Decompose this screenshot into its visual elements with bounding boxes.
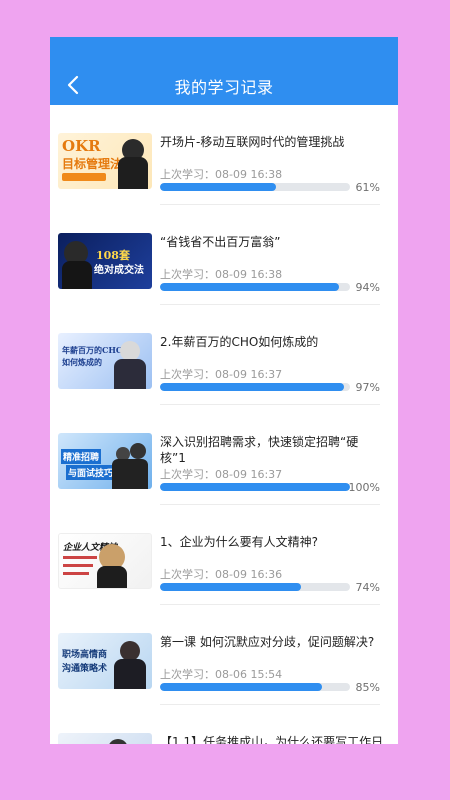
thumb-line: [63, 572, 89, 575]
list-item[interactable]: 【1.1】任务推成山，为什么还要写工作日: [50, 705, 398, 744]
person-silhouette: [62, 261, 92, 289]
course-thumbnail: 企业人文精神: [58, 533, 152, 589]
person-silhouette: [112, 459, 148, 489]
progress-fill: [160, 583, 301, 591]
app-screen: 我的学习记录 OKR 目标管理法 开场片-移动互联网时代的管理挑战 上次学习：0…: [50, 37, 398, 744]
progress-bar: [160, 683, 350, 691]
progress-bar: [160, 583, 350, 591]
list-item[interactable]: 精准招聘 与面试技巧 深入识别招聘需求，快速锁定招聘“硬核”1 上次学习：08-…: [50, 405, 398, 505]
page-title: 我的学习记录: [174, 78, 274, 97]
list-item[interactable]: 职场高情商 沟通策略术 第一课 如何沉默应对分歧，促问题解决? 上次学习：08-…: [50, 605, 398, 705]
course-title: 深入识别招聘需求，快速锁定招聘“硬核”1: [160, 435, 359, 465]
avatar: [120, 341, 140, 361]
thumb-line: [63, 556, 97, 559]
list-item[interactable]: 年薪百万的CHO 如何炼成的 2.年薪百万的CHO如何炼成的 上次学习：08-0…: [50, 305, 398, 405]
last-study-time: 上次学习：08-09 16:36: [160, 568, 283, 581]
course-thumbnail: 108套 绝对成交法: [58, 233, 152, 289]
thumb-logo-text: 精准招聘: [61, 449, 102, 464]
thumb-logo-text: 职场高情商: [62, 650, 108, 660]
last-study-time: 上次学习：08-09 16:38: [160, 168, 283, 181]
course-thumbnail: 精准招聘 与面试技巧: [58, 433, 152, 489]
header-bar: 我的学习记录: [50, 37, 398, 105]
course-title: 【1.1】任务推成山，为什么还要写工作日: [160, 735, 382, 744]
progress-fill: [160, 383, 345, 391]
thumb-subtitle: 沟通策略术: [62, 664, 108, 674]
thumb-logo-text: 年薪百万的CHO: [62, 345, 123, 355]
course-thumbnail: 年薪百万的CHO 如何炼成的: [58, 333, 152, 389]
progress-fill: [160, 483, 350, 491]
list-item[interactable]: 108套 绝对成交法 “省钱省不出百万富翁” 上次学习：08-09 16:38 …: [50, 205, 398, 305]
person-silhouette: [97, 566, 127, 588]
course-title: 开场片-移动互联网时代的管理挑战: [160, 135, 345, 149]
progress-bar: [160, 483, 350, 491]
thumb-logo-okr: OKR: [62, 137, 101, 155]
list-item[interactable]: OKR 目标管理法 开场片-移动互联网时代的管理挑战 上次学习：08-09 16…: [50, 105, 398, 205]
thumb-banner: [62, 173, 106, 181]
last-study-time: 上次学习：08-09 16:37: [160, 368, 283, 381]
course-thumbnail: [58, 733, 152, 744]
course-thumbnail: 职场高情商 沟通策略术: [58, 633, 152, 689]
last-study-time: 上次学习：08-09 16:38: [160, 268, 283, 281]
course-title: 第一课 如何沉默应对分歧，促问题解决?: [160, 635, 375, 649]
progress-bar: [160, 383, 350, 391]
person-silhouette: [118, 157, 148, 189]
person-silhouette: [114, 359, 146, 389]
course-title: 1、企业为什么要有人文精神?: [160, 535, 319, 549]
progress-percent: 61%: [355, 181, 380, 194]
thumb-line: [63, 564, 93, 567]
thumb-subtitle: 与面试技巧: [66, 465, 116, 480]
progress-percent: 85%: [355, 681, 380, 694]
thumb-logo-text: 绝对成交法: [94, 265, 144, 276]
list-item[interactable]: 企业人文精神 1、企业为什么要有人文精神? 上次学习：08-09 16:36 7…: [50, 505, 398, 605]
last-study-time: 上次学习：08-06 15:54: [160, 668, 283, 681]
course-title: 2.年薪百万的CHO如何炼成的: [160, 335, 319, 349]
progress-percent: 94%: [355, 281, 380, 294]
avatar: [130, 443, 146, 459]
progress-percent: 74%: [355, 581, 380, 594]
thumb-subtitle: 如何炼成的: [62, 357, 102, 367]
progress-bar: [160, 183, 350, 191]
progress-percent: 100%: [348, 481, 380, 494]
course-title: “省钱省不出百万富翁”: [160, 235, 281, 249]
thumb-logo-text: 目标管理法: [62, 157, 123, 171]
progress-bar: [160, 283, 350, 291]
progress-fill: [160, 683, 322, 691]
progress-percent: 97%: [355, 381, 380, 394]
person-silhouette: [114, 659, 146, 689]
study-record-list[interactable]: OKR 目标管理法 开场片-移动互联网时代的管理挑战 上次学习：08-09 16…: [50, 105, 398, 744]
avatar: [108, 739, 128, 744]
avatar: [120, 641, 140, 661]
progress-fill: [160, 283, 339, 291]
progress-fill: [160, 183, 276, 191]
course-thumbnail: OKR 目标管理法: [58, 133, 152, 189]
last-study-time: 上次学习：08-09 16:37: [160, 468, 283, 481]
